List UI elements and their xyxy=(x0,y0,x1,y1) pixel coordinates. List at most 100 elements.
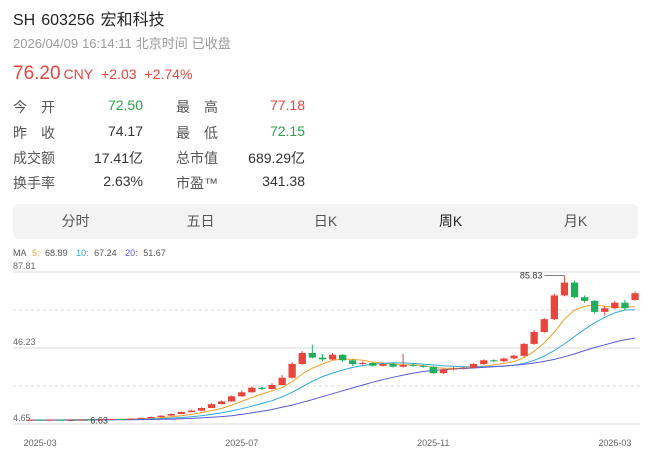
candle xyxy=(278,374,286,386)
candle xyxy=(540,318,548,333)
quote-value: 72.15 xyxy=(269,123,305,139)
candle-body xyxy=(460,367,468,369)
quote-value: 2.63% xyxy=(103,173,143,189)
candle-body xyxy=(117,419,125,420)
quote-value: 72.50 xyxy=(107,97,143,113)
candle-body xyxy=(107,419,115,420)
candle xyxy=(268,383,276,390)
candle-body xyxy=(26,419,34,421)
candle-body xyxy=(490,360,498,362)
quote-label: 最 低 xyxy=(176,125,218,141)
candle xyxy=(328,352,337,361)
candle xyxy=(480,359,488,365)
candle-body xyxy=(349,360,357,364)
stock-name: 宏和科技 xyxy=(100,12,165,29)
candle xyxy=(631,291,639,301)
candle-body xyxy=(419,365,427,367)
candle-body xyxy=(439,369,448,374)
currency: CNY xyxy=(63,66,94,82)
quote-label: 总市值 xyxy=(176,150,218,166)
stock-code: 603256 xyxy=(41,12,95,29)
candle xyxy=(490,359,498,363)
candle xyxy=(601,306,609,316)
ma20-label: 20: xyxy=(125,248,138,258)
tab-1[interactable]: 五日 xyxy=(138,204,263,239)
ma-legend: MA 5: 68.89 10: 67.24 20: 51.67 xyxy=(13,248,172,258)
tab-2[interactable]: 日K xyxy=(263,204,388,239)
candle-body xyxy=(328,354,337,360)
candle-body xyxy=(611,302,619,309)
candle xyxy=(167,413,175,417)
x-tick-label: 2025-11 xyxy=(417,438,449,448)
candle xyxy=(621,299,629,311)
quote-timestamp: 2026/04/09 16:14:11 北京时间 已收盘 xyxy=(13,33,235,52)
candle xyxy=(248,386,256,393)
candle-body xyxy=(540,319,548,332)
candle-body xyxy=(127,418,135,420)
candle xyxy=(399,353,407,368)
candle xyxy=(127,418,135,420)
market-status: 已收盘 xyxy=(191,36,231,51)
candle-body xyxy=(197,408,206,411)
candle-body xyxy=(631,293,639,300)
candle-body xyxy=(470,364,478,368)
candle-body xyxy=(601,308,609,312)
quote-label: 市盈™ xyxy=(176,175,218,191)
x-tick-label: 2026-03 xyxy=(598,438,631,448)
candle xyxy=(308,344,316,359)
candle xyxy=(591,299,599,314)
quote-time: 16:14:11 xyxy=(82,36,132,51)
kline-chart[interactable]: 87.81 46.23 4.65 2025-03 2025-07 2025-11 2026-… xyxy=(0,258,653,455)
ma10-legend: 10: 67.24 xyxy=(76,248,120,258)
candle-body xyxy=(399,364,407,367)
candle-body xyxy=(429,366,437,374)
candle xyxy=(298,351,306,365)
candle xyxy=(157,415,165,418)
x-tick-label: 2025-03 xyxy=(24,438,57,448)
ma20-line xyxy=(30,337,636,421)
ma10-label: 10: xyxy=(76,248,89,258)
candle-body xyxy=(157,415,165,417)
candle-body xyxy=(268,385,276,389)
candle-body xyxy=(187,410,195,413)
price-change: +2.03 xyxy=(101,66,137,82)
candle-body xyxy=(238,392,246,397)
candle-body xyxy=(278,377,286,385)
candle xyxy=(228,395,236,402)
candle-body xyxy=(510,355,518,359)
candle xyxy=(349,359,357,366)
candle-body xyxy=(137,417,145,419)
stock-title: SH 603256 宏和科技 xyxy=(13,6,171,30)
ma5-value: 68.89 xyxy=(45,248,68,258)
tab-4[interactable]: 月K xyxy=(513,204,638,239)
candle xyxy=(530,330,538,345)
candle-body xyxy=(248,387,256,393)
last-price: 76.20 xyxy=(13,63,61,84)
candle xyxy=(318,353,327,362)
candle-body xyxy=(339,354,347,361)
ma-title: MA xyxy=(13,248,27,258)
candle-body xyxy=(550,295,558,320)
candle-body xyxy=(177,412,185,414)
candle xyxy=(147,416,155,419)
candle xyxy=(238,390,246,397)
candle-body xyxy=(621,302,629,309)
candle xyxy=(288,362,296,379)
candle-body xyxy=(308,353,316,358)
candle-body xyxy=(581,297,589,301)
quote-timezone: 北京时间 xyxy=(135,36,188,51)
period-tabs: 分时 五日 日K 周K 月K xyxy=(13,204,638,239)
candle xyxy=(177,411,185,415)
candle xyxy=(187,409,195,413)
candle xyxy=(429,365,437,375)
quote-label: 成交额 xyxy=(13,150,55,166)
tab-3[interactable]: 周K xyxy=(388,204,513,239)
candle-body xyxy=(570,282,579,298)
tab-0[interactable]: 分时 xyxy=(13,204,138,239)
candle-body xyxy=(167,414,175,416)
quote-label: 最 高 xyxy=(176,99,218,115)
ma5-legend: 5: 68.89 xyxy=(32,248,71,258)
candle xyxy=(258,386,266,391)
candle-body xyxy=(298,353,306,364)
candle-body xyxy=(480,360,488,364)
